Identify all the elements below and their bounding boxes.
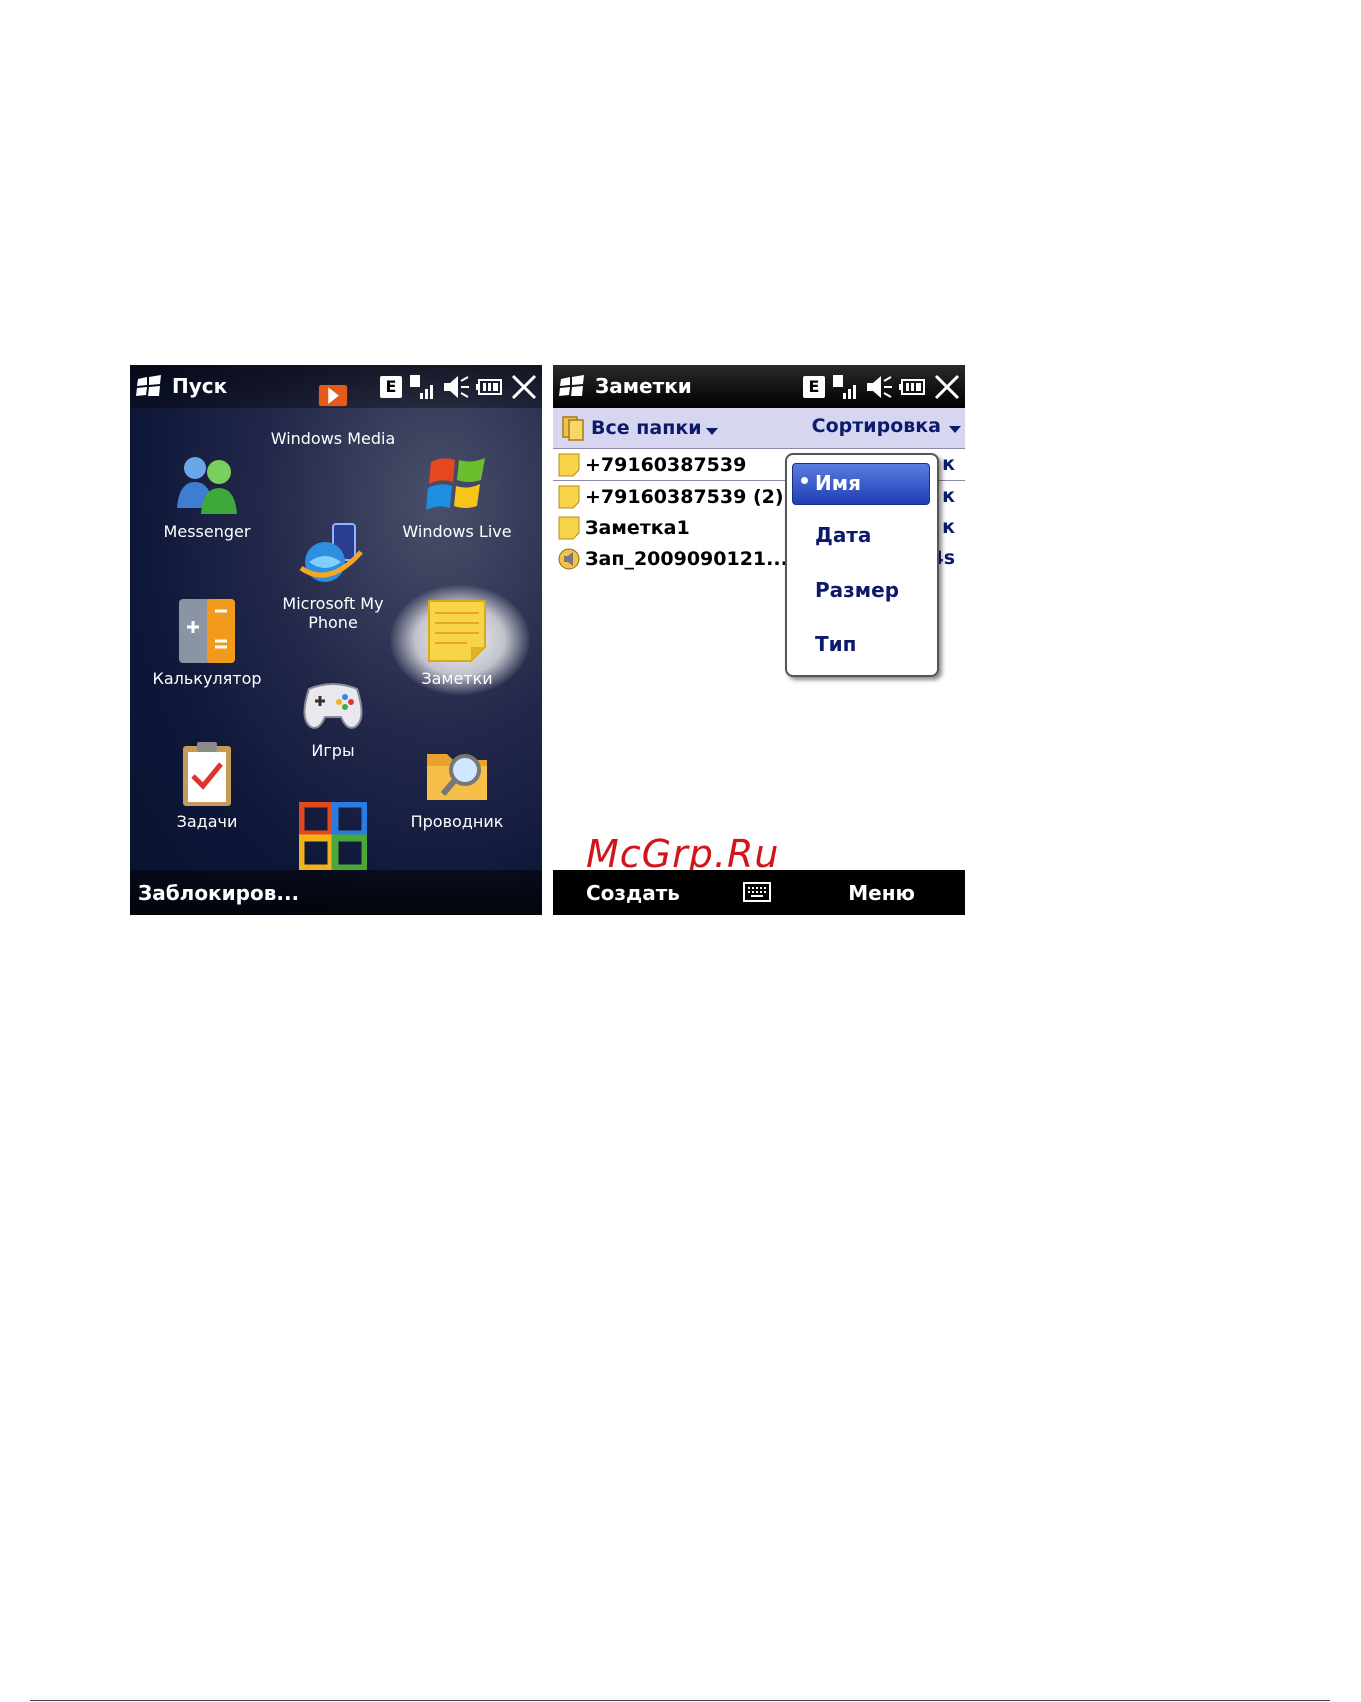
tile-games[interactable]: Игры (268, 669, 398, 760)
folder-dropdown[interactable]: Все папки (561, 415, 718, 441)
sort-option-type[interactable]: Тип (815, 632, 856, 656)
windows-media-icon (318, 385, 348, 407)
speaker-muted-icon[interactable] (442, 373, 470, 401)
note-icon (558, 516, 580, 539)
sort-option-date[interactable]: Дата (815, 523, 871, 547)
soft-key-bar: Создать Меню (553, 870, 965, 915)
divider (30, 1700, 1330, 1701)
folder-bar: Все папки Сортировка (553, 408, 965, 449)
games-icon (303, 683, 363, 729)
close-icon[interactable] (510, 373, 538, 401)
sort-dropdown[interactable]: Сортировка (812, 415, 961, 437)
notes-screen: Заметки E Все папки Сортировка +79160387… (553, 365, 965, 915)
battery-icon[interactable] (899, 373, 927, 401)
tile-office[interactable] (268, 802, 398, 874)
folder-label: Все папки (591, 417, 702, 439)
windows-live-icon (426, 458, 485, 510)
voice-note-icon (558, 548, 580, 569)
notes-icon (428, 600, 486, 662)
speaker-muted-icon[interactable] (865, 373, 893, 401)
office-icon (299, 802, 367, 870)
tile-tasks[interactable]: Задачи (142, 740, 272, 831)
tile-my-phone[interactable]: Microsoft My Phone (268, 522, 398, 632)
menu-softkey[interactable]: Меню (848, 881, 915, 905)
chevron-down-icon (705, 427, 718, 435)
start-screen: Пуск E Windows Media Messenger Windows L… (130, 365, 542, 915)
windows-logo-icon[interactable] (136, 375, 162, 397)
sort-option-selected[interactable]: Имя (792, 463, 930, 505)
keyboard-icon[interactable] (743, 881, 771, 903)
windows-logo-icon[interactable] (559, 375, 585, 397)
signal-icon[interactable] (831, 373, 859, 401)
note-icon (558, 485, 580, 508)
my-phone-icon (299, 523, 363, 582)
window-title: Заметки (595, 374, 692, 398)
sort-menu: Имя Дата Размер Тип (785, 453, 939, 677)
folders-icon (562, 416, 584, 441)
sort-option-size[interactable]: Размер (815, 578, 899, 602)
radio-dot-icon (801, 477, 808, 484)
tile-notes[interactable]: Заметки (392, 597, 522, 688)
calculator-icon (179, 599, 235, 663)
signal-icon[interactable] (408, 373, 436, 401)
battery-icon[interactable] (476, 373, 504, 401)
tile-windows-media[interactable]: Windows Media (268, 385, 398, 448)
window-title: Пуск (172, 374, 228, 398)
lock-softkey[interactable]: Заблокиров... (138, 881, 299, 905)
title-bar: Заметки E (553, 365, 965, 408)
tile-calculator[interactable]: Калькулятор (142, 597, 272, 688)
explorer-icon (427, 754, 487, 800)
tile-messenger[interactable]: Messenger (142, 450, 272, 541)
tile-explorer[interactable]: Проводник (392, 740, 522, 831)
sort-label: Сортировка (811, 415, 941, 437)
network-type-icon[interactable]: E (803, 376, 825, 398)
chevron-down-icon (949, 425, 961, 433)
note-icon (558, 453, 580, 476)
messenger-icon (177, 457, 237, 514)
tile-windows-live[interactable]: Windows Live (392, 450, 522, 541)
soft-key-bar: Заблокиров... (130, 870, 542, 915)
create-softkey[interactable]: Создать (586, 881, 680, 905)
tasks-icon (183, 742, 231, 806)
close-icon[interactable] (933, 373, 961, 401)
